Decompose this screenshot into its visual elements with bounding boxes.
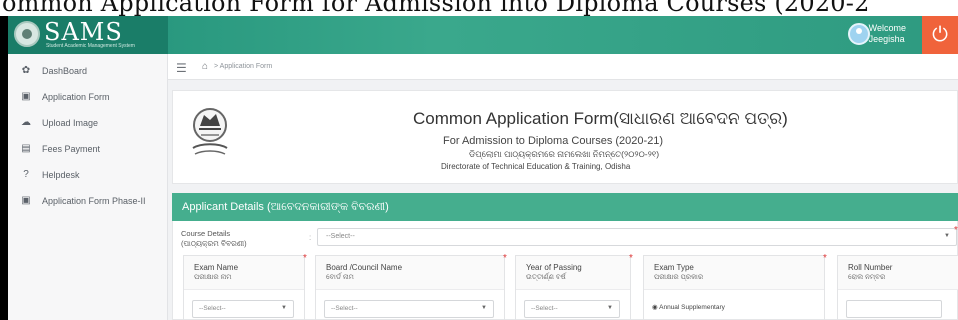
sidebar-item-label: Application Form xyxy=(42,92,110,102)
course-details-label: Course Details (ପାଠ୍ୟକ୍ରମ ବିବରଣୀ) xyxy=(181,229,247,249)
required-icon: * xyxy=(303,253,307,264)
section-title: Applicant Details (ଆବେଦନକାରୀଙ୍କ ବିବରଣୀ) xyxy=(182,201,389,213)
breadcrumb-current-label: Application Form xyxy=(219,63,273,70)
sidebar-item-label: DashBoard xyxy=(42,66,88,76)
chevron-down-icon: ▼ xyxy=(944,233,950,239)
menu-icon[interactable]: ☰ xyxy=(176,61,187,75)
year-passing-column: Year of Passing ଉତ୍ତୀର୍ଣ୍ଣ ବର୍ଷ --Select… xyxy=(515,255,631,320)
breadcrumb: ☰ ⌂ > Application Form xyxy=(168,54,958,80)
payment-icon: ▤ xyxy=(21,143,31,154)
app-window: SAMS Student Academic Management System … xyxy=(8,16,958,320)
column-title-odia: ବୋର୍ଡ ନାମ xyxy=(326,274,354,281)
sidebar-item-helpdesk[interactable]: ? Helpdesk xyxy=(8,162,168,188)
column-title-odia: ପରୀକ୍ଷାର ନାମ xyxy=(194,274,232,281)
sidebar-item-label: Helpdesk xyxy=(42,170,80,180)
emblem-icon xyxy=(14,21,40,47)
sidebar-item-fees-payment[interactable]: ▤ Fees Payment xyxy=(8,136,168,162)
column-header: Board /Council Name ବୋର୍ଡ ନାମ xyxy=(316,256,504,290)
home-icon[interactable]: ⌂ xyxy=(202,61,208,72)
welcome-text: Welcome Jeegisha xyxy=(869,23,906,45)
sidebar-item-application-form[interactable]: ▣ Application Form xyxy=(8,84,168,110)
select-value: --Select-- xyxy=(531,305,558,312)
breadcrumb-current: > Application Form xyxy=(214,63,272,70)
column-title-odia: ଉତ୍ତୀର୍ଣ୍ଣ ବର୍ଷ xyxy=(526,274,566,281)
welcome-label: Welcome xyxy=(868,23,906,33)
course-select[interactable]: --Select-- ▼ xyxy=(317,228,957,246)
column-title-odia: ରୋଲ ନମ୍ବର xyxy=(848,274,886,281)
page-title: Common Application Form(ସାଧାରଣ ଆବେଦନ ପତ୍… xyxy=(413,109,788,128)
dashboard-icon: ✿ xyxy=(21,65,31,76)
chevron-down-icon: ▼ xyxy=(607,305,613,311)
exam-name-column: Exam Name ପରୀକ୍ଷାର ନାମ --Select-- ▼ xyxy=(183,255,305,320)
annual-radio-icon[interactable]: ◉ xyxy=(652,304,658,311)
year-passing-select[interactable]: --Select-- ▼ xyxy=(524,300,620,318)
sidebar-item-label: Application Form Phase-II xyxy=(42,196,146,206)
column-title-odia: ପରୀକ୍ଷାର ପ୍ରକାର xyxy=(654,274,704,281)
column-title: Year of Passing xyxy=(526,263,582,272)
odisha-seal-icon xyxy=(192,108,228,155)
sidebar-item-upload-image[interactable]: ☁ Upload Image xyxy=(8,110,168,136)
roll-number-input[interactable] xyxy=(846,300,942,318)
roll-number-column: Roll Number ରୋଲ ନମ୍ବର xyxy=(837,255,958,320)
avatar[interactable] xyxy=(848,23,870,45)
sidebar-item-label: Upload Image xyxy=(42,118,99,128)
top-header: SAMS Student Academic Management System … xyxy=(8,16,958,54)
course-select-value: --Select-- xyxy=(326,233,355,240)
form-icon: ▣ xyxy=(21,91,31,102)
help-icon: ? xyxy=(23,169,29,180)
user-name: Jeegisha xyxy=(868,34,905,44)
sidebar: ✿ DashBoard ▣ Application Form ☁ Upload … xyxy=(8,54,168,320)
form-subtitle-odia: ଡିପ୍ଲୋମା ପାଠ୍ୟକ୍ରମରେ ନାମଲେଖା ନିମନ୍ତେ(୨୦୨… xyxy=(469,149,660,159)
exam-type-radio-group[interactable]: ◉ Annual Supplementary xyxy=(652,303,725,311)
sidebar-item-dashboard[interactable]: ✿ DashBoard xyxy=(8,58,168,84)
select-value: --Select-- xyxy=(331,305,358,312)
applicant-details-header: Applicant Details (ଆବେଦନକାରୀଙ୍କ ବିବରଣୀ) xyxy=(172,193,958,221)
exam-type-options: Annual Supplementary xyxy=(659,304,725,311)
required-icon: * xyxy=(954,225,958,236)
column-title: Board /Council Name xyxy=(326,263,403,272)
column-title: Roll Number xyxy=(848,263,893,272)
exam-name-select[interactable]: --Select-- ▼ xyxy=(192,300,294,318)
course-colon: : xyxy=(309,233,312,242)
required-icon: * xyxy=(629,253,633,264)
column-header: Exam Type ପରୀକ୍ଷାର ପ୍ରକାର xyxy=(644,256,824,290)
form-header-card: Common Application Form(ସାଧାରଣ ଆବେଦନ ପତ୍… xyxy=(172,90,958,184)
column-header: Exam Name ପରୀକ୍ଷାର ନାମ xyxy=(184,256,304,290)
brand-title: SAMS xyxy=(44,18,123,46)
brand-subtitle: Student Academic Management System xyxy=(46,43,135,49)
column-title: Exam Type xyxy=(654,263,694,272)
required-icon: * xyxy=(823,253,827,264)
column-header: Year of Passing ଉତ୍ତୀର୍ଣ୍ଣ ବର୍ଷ xyxy=(516,256,630,290)
applicant-details-body: Course Details (ପାଠ୍ୟକ୍ରମ ବିବରଣୀ) : --Se… xyxy=(172,221,958,320)
page-caption: ommon Application Form for Admission int… xyxy=(0,0,958,16)
column-header: Roll Number ରୋଲ ନମ୍ବର xyxy=(838,256,958,290)
sidebar-item-label: Fees Payment xyxy=(42,144,101,154)
course-label-odia: (ପାଠ୍ୟକ୍ରମ ବିବରଣୀ) xyxy=(181,239,247,248)
caption-text: ommon Application Form for Admission int… xyxy=(2,0,870,16)
select-value: --Select-- xyxy=(199,305,226,312)
course-label-en: Course Details xyxy=(181,229,231,238)
upload-icon: ☁ xyxy=(21,117,31,128)
form-subtitle: For Admission to Diploma Courses (2020-2… xyxy=(443,135,664,147)
column-title: Exam Name xyxy=(194,263,239,272)
chevron-down-icon: ▼ xyxy=(281,305,287,311)
brand-area: SAMS Student Academic Management System xyxy=(8,16,168,54)
board-name-column: Board /Council Name ବୋର୍ଡ ନାମ --Select--… xyxy=(315,255,505,320)
exam-type-column: Exam Type ପରୀକ୍ଷାର ପ୍ରକାର ◉ Annual Suppl… xyxy=(643,255,825,320)
required-icon: * xyxy=(503,253,507,264)
directorate-text: Directorate of Technical Education & Tra… xyxy=(441,162,631,171)
power-icon[interactable]: ⏻ xyxy=(922,16,958,54)
chevron-down-icon: ▼ xyxy=(481,305,487,311)
breadcrumb-separator: > xyxy=(214,63,219,70)
sidebar-item-application-form-phase-2[interactable]: ▣ Application Form Phase-II xyxy=(8,188,168,214)
form-icon: ▣ xyxy=(21,195,31,206)
board-name-select[interactable]: --Select-- ▼ xyxy=(324,300,494,318)
